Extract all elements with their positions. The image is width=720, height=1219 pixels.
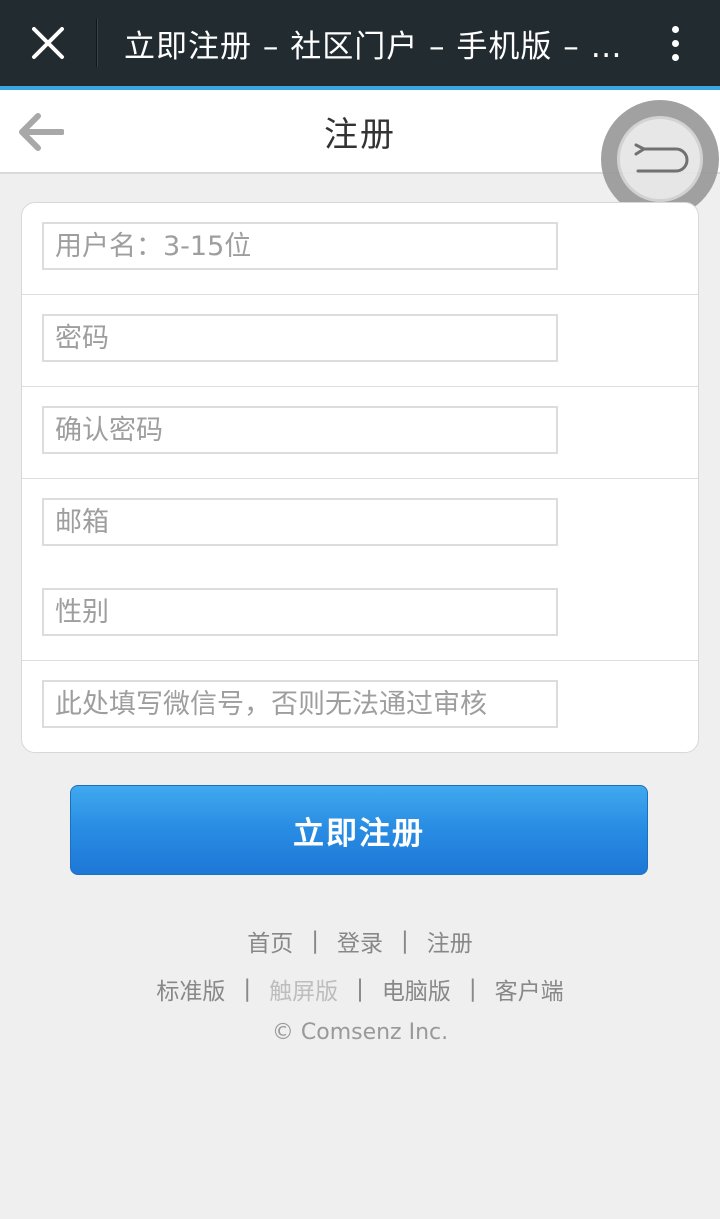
close-icon <box>32 27 64 59</box>
footer-link-standard[interactable]: 标准版 <box>156 972 225 1006</box>
more-dot-icon <box>671 53 679 61</box>
page-title: 注册 <box>324 114 396 155</box>
password-input[interactable] <box>42 314 558 362</box>
wechat-row <box>22 661 698 752</box>
wechat-id-input[interactable] <box>42 680 558 728</box>
more-menu-button[interactable] <box>630 0 720 86</box>
footer-link-desktop[interactable]: 电脑版 <box>382 972 451 1006</box>
copyright-text: © Comsenz Inc. <box>271 1020 449 1045</box>
gender-row <box>22 569 698 661</box>
footer-link-touch: 触屏版 <box>269 979 339 1005</box>
footer-link-register[interactable]: 注册 <box>427 924 473 958</box>
return-circle <box>617 116 703 202</box>
password-row <box>22 295 698 387</box>
footer-link-login[interactable]: 登录 <box>337 924 383 958</box>
register-form-card <box>21 202 699 753</box>
footer-link-home[interactable]: 首页 <box>247 924 293 958</box>
email-row <box>22 479 698 569</box>
footer-separator: | <box>311 928 319 954</box>
username-input[interactable] <box>42 222 558 270</box>
username-row <box>22 203 698 295</box>
more-dot-icon <box>671 25 679 33</box>
footer-separator: | <box>356 976 364 1002</box>
register-submit-button[interactable]: 立即注册 <box>70 785 648 875</box>
back-arrow-icon <box>19 113 64 151</box>
floating-return-button[interactable] <box>601 100 719 218</box>
confirm-password-input[interactable] <box>42 406 558 454</box>
footer-versions: 标准版 | 触屏版 | 电脑版 | 客户端 <box>0 972 720 1006</box>
back-button[interactable] <box>14 106 68 158</box>
return-arrow-icon <box>634 143 689 173</box>
gender-input[interactable] <box>42 588 558 636</box>
footer-separator: | <box>401 928 409 954</box>
browser-title-bar: 立即注册 – 社区门户 – 手机版 – Powered by Discuz! <box>0 0 720 86</box>
footer-nav: 首页 | 登录 | 注册 <box>0 924 720 958</box>
browser-title: 立即注册 – 社区门户 – 手机版 – Powered by Discuz! <box>124 28 630 65</box>
footer-link-client[interactable]: 客户端 <box>495 972 564 1006</box>
footer-separator: | <box>468 976 477 1002</box>
close-button[interactable] <box>0 0 96 86</box>
footer-separator: | <box>243 976 252 1002</box>
email-input[interactable] <box>42 498 558 546</box>
more-dot-icon <box>671 39 679 47</box>
confirm-password-row <box>22 387 698 479</box>
